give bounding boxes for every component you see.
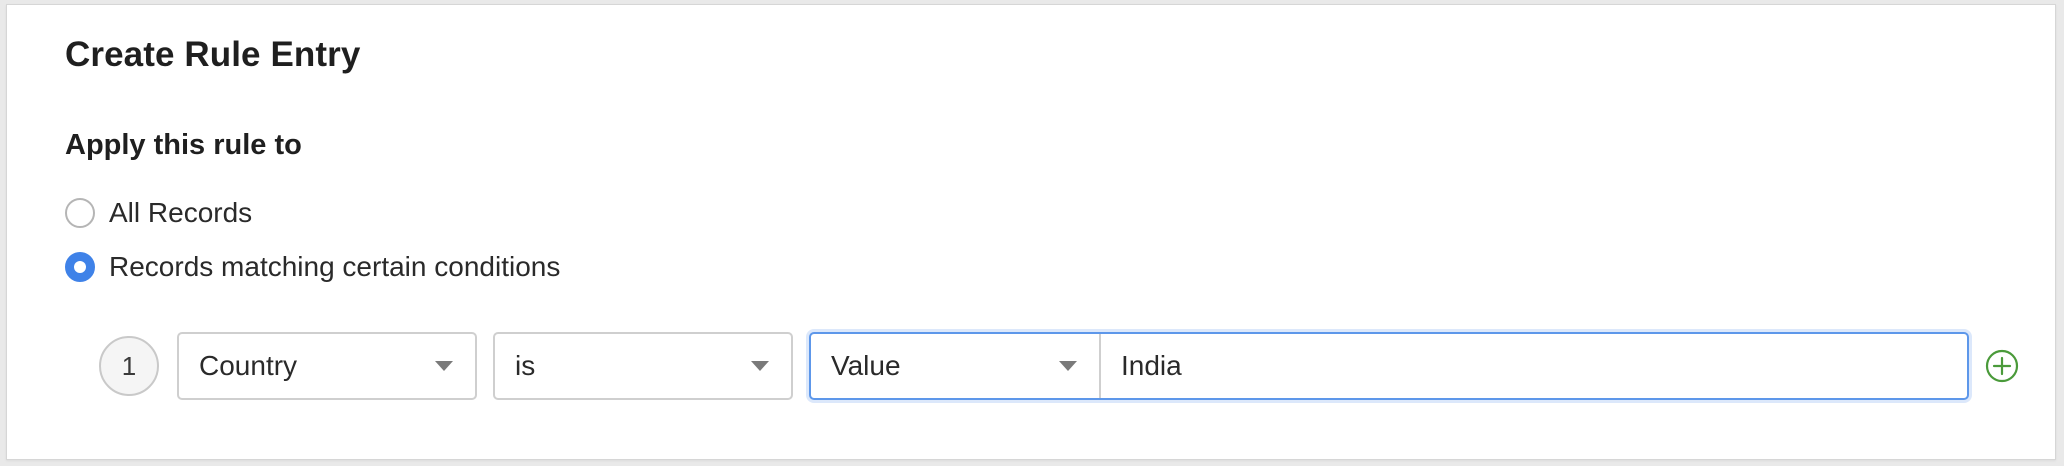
field-select-value: Country <box>199 350 298 381</box>
radio-label-matching-conditions: Records matching certain conditions <box>109 251 561 282</box>
operator-select-value: is <box>515 350 536 381</box>
condition-value-input[interactable] <box>1101 334 1967 398</box>
radio-button-matching-conditions[interactable] <box>65 252 95 282</box>
value-input-group: Value <box>809 332 1969 400</box>
rule-entry-panel: Create Rule Entry Apply this rule to All… <box>6 4 2056 460</box>
radio-option-matching-conditions[interactable]: Records matching certain conditions <box>65 250 560 284</box>
radio-label-all-records: All Records <box>109 197 253 228</box>
radio-button-all-records[interactable] <box>65 198 95 228</box>
chevron-down-icon <box>435 361 453 371</box>
chevron-down-icon <box>751 361 769 371</box>
radio-selected-dot <box>74 261 86 273</box>
condition-index: 1 <box>99 336 159 396</box>
condition-row: 1 Country is Value <box>99 332 2059 400</box>
page-title: Create Rule Entry <box>65 35 361 74</box>
field-select[interactable]: Country <box>177 332 477 400</box>
plus-circle-icon[interactable] <box>1985 349 2019 383</box>
operator-select[interactable]: is <box>493 332 793 400</box>
section-title: Apply this rule to <box>65 129 302 161</box>
value-type-select[interactable]: Value <box>811 334 1101 398</box>
value-type-select-value: Value <box>831 350 901 381</box>
chevron-down-icon <box>1059 361 1077 371</box>
radio-option-all-records[interactable]: All Records <box>65 196 252 230</box>
